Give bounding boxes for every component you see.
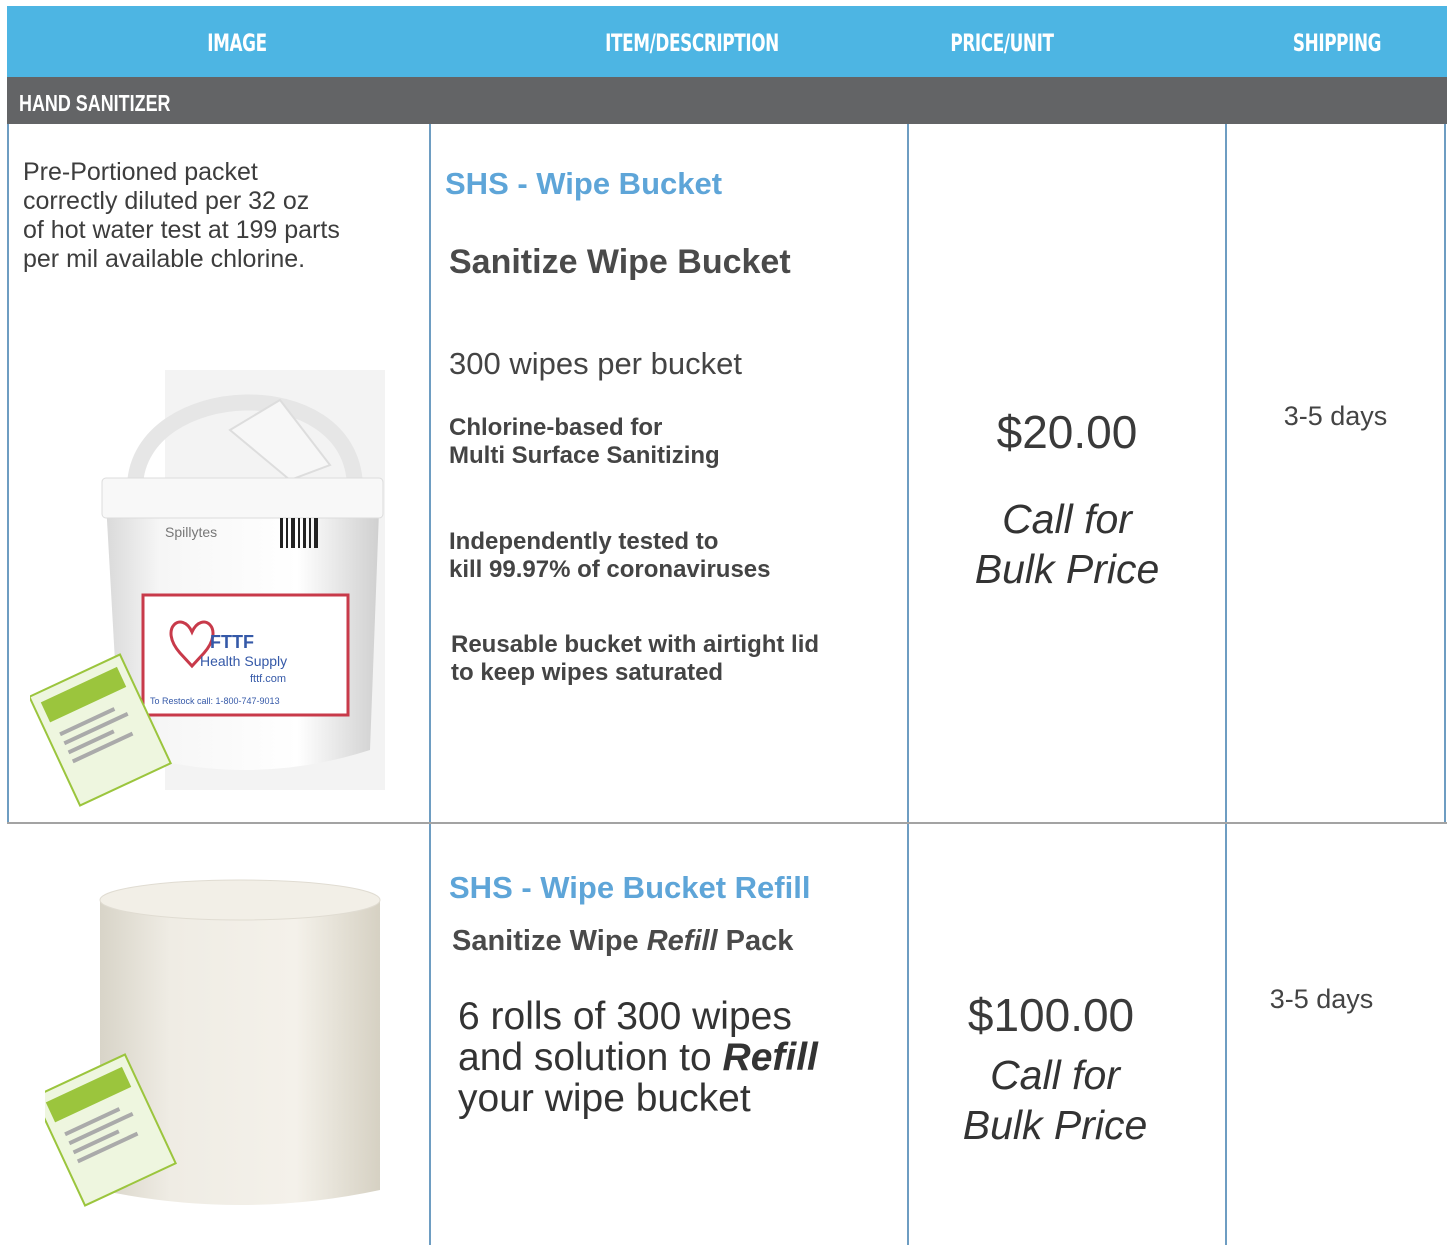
column-divider <box>429 124 431 1245</box>
refill-emphasis: Refill <box>722 1036 818 1079</box>
feature-line: Chlorine-based for <box>449 414 663 441</box>
feature-item: Chlorine-based for Multi Surface Sanitiz… <box>449 414 720 470</box>
table-border-left <box>7 124 9 824</box>
product-code: SHS - Wipe Bucket Refill <box>449 870 811 905</box>
description-line: per mil available chlorine. <box>23 245 306 273</box>
description-line: correctly diluted per 32 oz <box>23 187 310 215</box>
product-quantity: 300 wipes per bucket <box>449 346 742 381</box>
description-line: of hot water test at 199 parts <box>23 216 340 244</box>
wipe-bucket-image: Spillytes FTTF Health Supply fttf.com To… <box>30 370 385 807</box>
header-shipping: SHIPPING <box>1292 29 1382 57</box>
header-image: IMAGE <box>207 29 267 57</box>
label-restock: To Restock call: 1-800-747-9013 <box>150 696 280 706</box>
table-header: IMAGE ITEM/DESCRIPTION PRICE/UNIT SHIPPI… <box>7 6 1447 77</box>
product-code: SHS - Wipe Bucket <box>445 166 723 201</box>
feature-item: Independently tested to kill 99.97% of c… <box>449 528 770 584</box>
shipping-time: 3-5 days <box>1283 401 1388 431</box>
packet-description: Pre-Portioned packet correctly diluted p… <box>23 158 340 274</box>
feature-line: Reusable bucket with airtight lid <box>451 631 820 658</box>
label-company: Health Supply <box>200 653 287 669</box>
svg-text:Spillytes: Spillytes <box>165 524 217 540</box>
feature-line: Multi Surface Sanitizing <box>449 442 720 469</box>
description-line: 6 rolls of 300 wipes <box>458 995 792 1038</box>
feature-line: Independently tested to <box>449 528 719 555</box>
section-title: HAND SANITIZER <box>19 90 171 116</box>
bulk-price-note: Call for Bulk Price <box>909 494 1225 594</box>
description-line: your wipe bucket <box>458 1077 751 1120</box>
header-item-description: ITEM/DESCRIPTION <box>605 29 779 57</box>
label-website: fttf.com <box>250 673 286 685</box>
section-bar: HAND SANITIZER <box>7 77 1447 124</box>
feature-line: to keep wipes saturated <box>451 659 724 686</box>
bulk-price-line: Call for <box>990 1052 1120 1098</box>
product-name-part: Pack <box>717 925 794 957</box>
bulk-price-line: Bulk Price <box>962 1102 1148 1148</box>
refill-roll-image <box>45 879 381 1207</box>
product-name: Sanitize Wipe Bucket <box>449 243 791 281</box>
header-price-unit: PRICE/UNIT <box>950 29 1054 57</box>
table-border-right <box>1444 124 1446 824</box>
product-price: $20.00 <box>996 406 1138 458</box>
feature-item: Reusable bucket with airtight lid to kee… <box>451 631 819 687</box>
description-line: Pre-Portioned packet <box>23 158 258 186</box>
bulk-price-line: Call for <box>1002 496 1132 542</box>
product-price: $100.00 <box>967 989 1135 1041</box>
product-name: Sanitize Wipe Refill Pack <box>452 925 793 958</box>
shipping-time: 3-5 days <box>1269 984 1374 1014</box>
feature-line: kill 99.97% of coronaviruses <box>449 556 771 583</box>
column-divider <box>1225 124 1227 1245</box>
product-name-emphasis: Refill <box>646 925 718 957</box>
label-brand: FTTF <box>210 632 254 652</box>
product-name-part: Sanitize Wipe <box>452 925 647 957</box>
row-divider <box>7 822 1447 824</box>
bulk-price-line: Bulk Price <box>974 546 1160 592</box>
bulk-price-note: Call for Bulk Price <box>897 1050 1213 1150</box>
description-line: and solution to Refill <box>458 1036 818 1079</box>
refill-description: 6 rolls of 300 wipes and solution to Ref… <box>458 996 818 1119</box>
